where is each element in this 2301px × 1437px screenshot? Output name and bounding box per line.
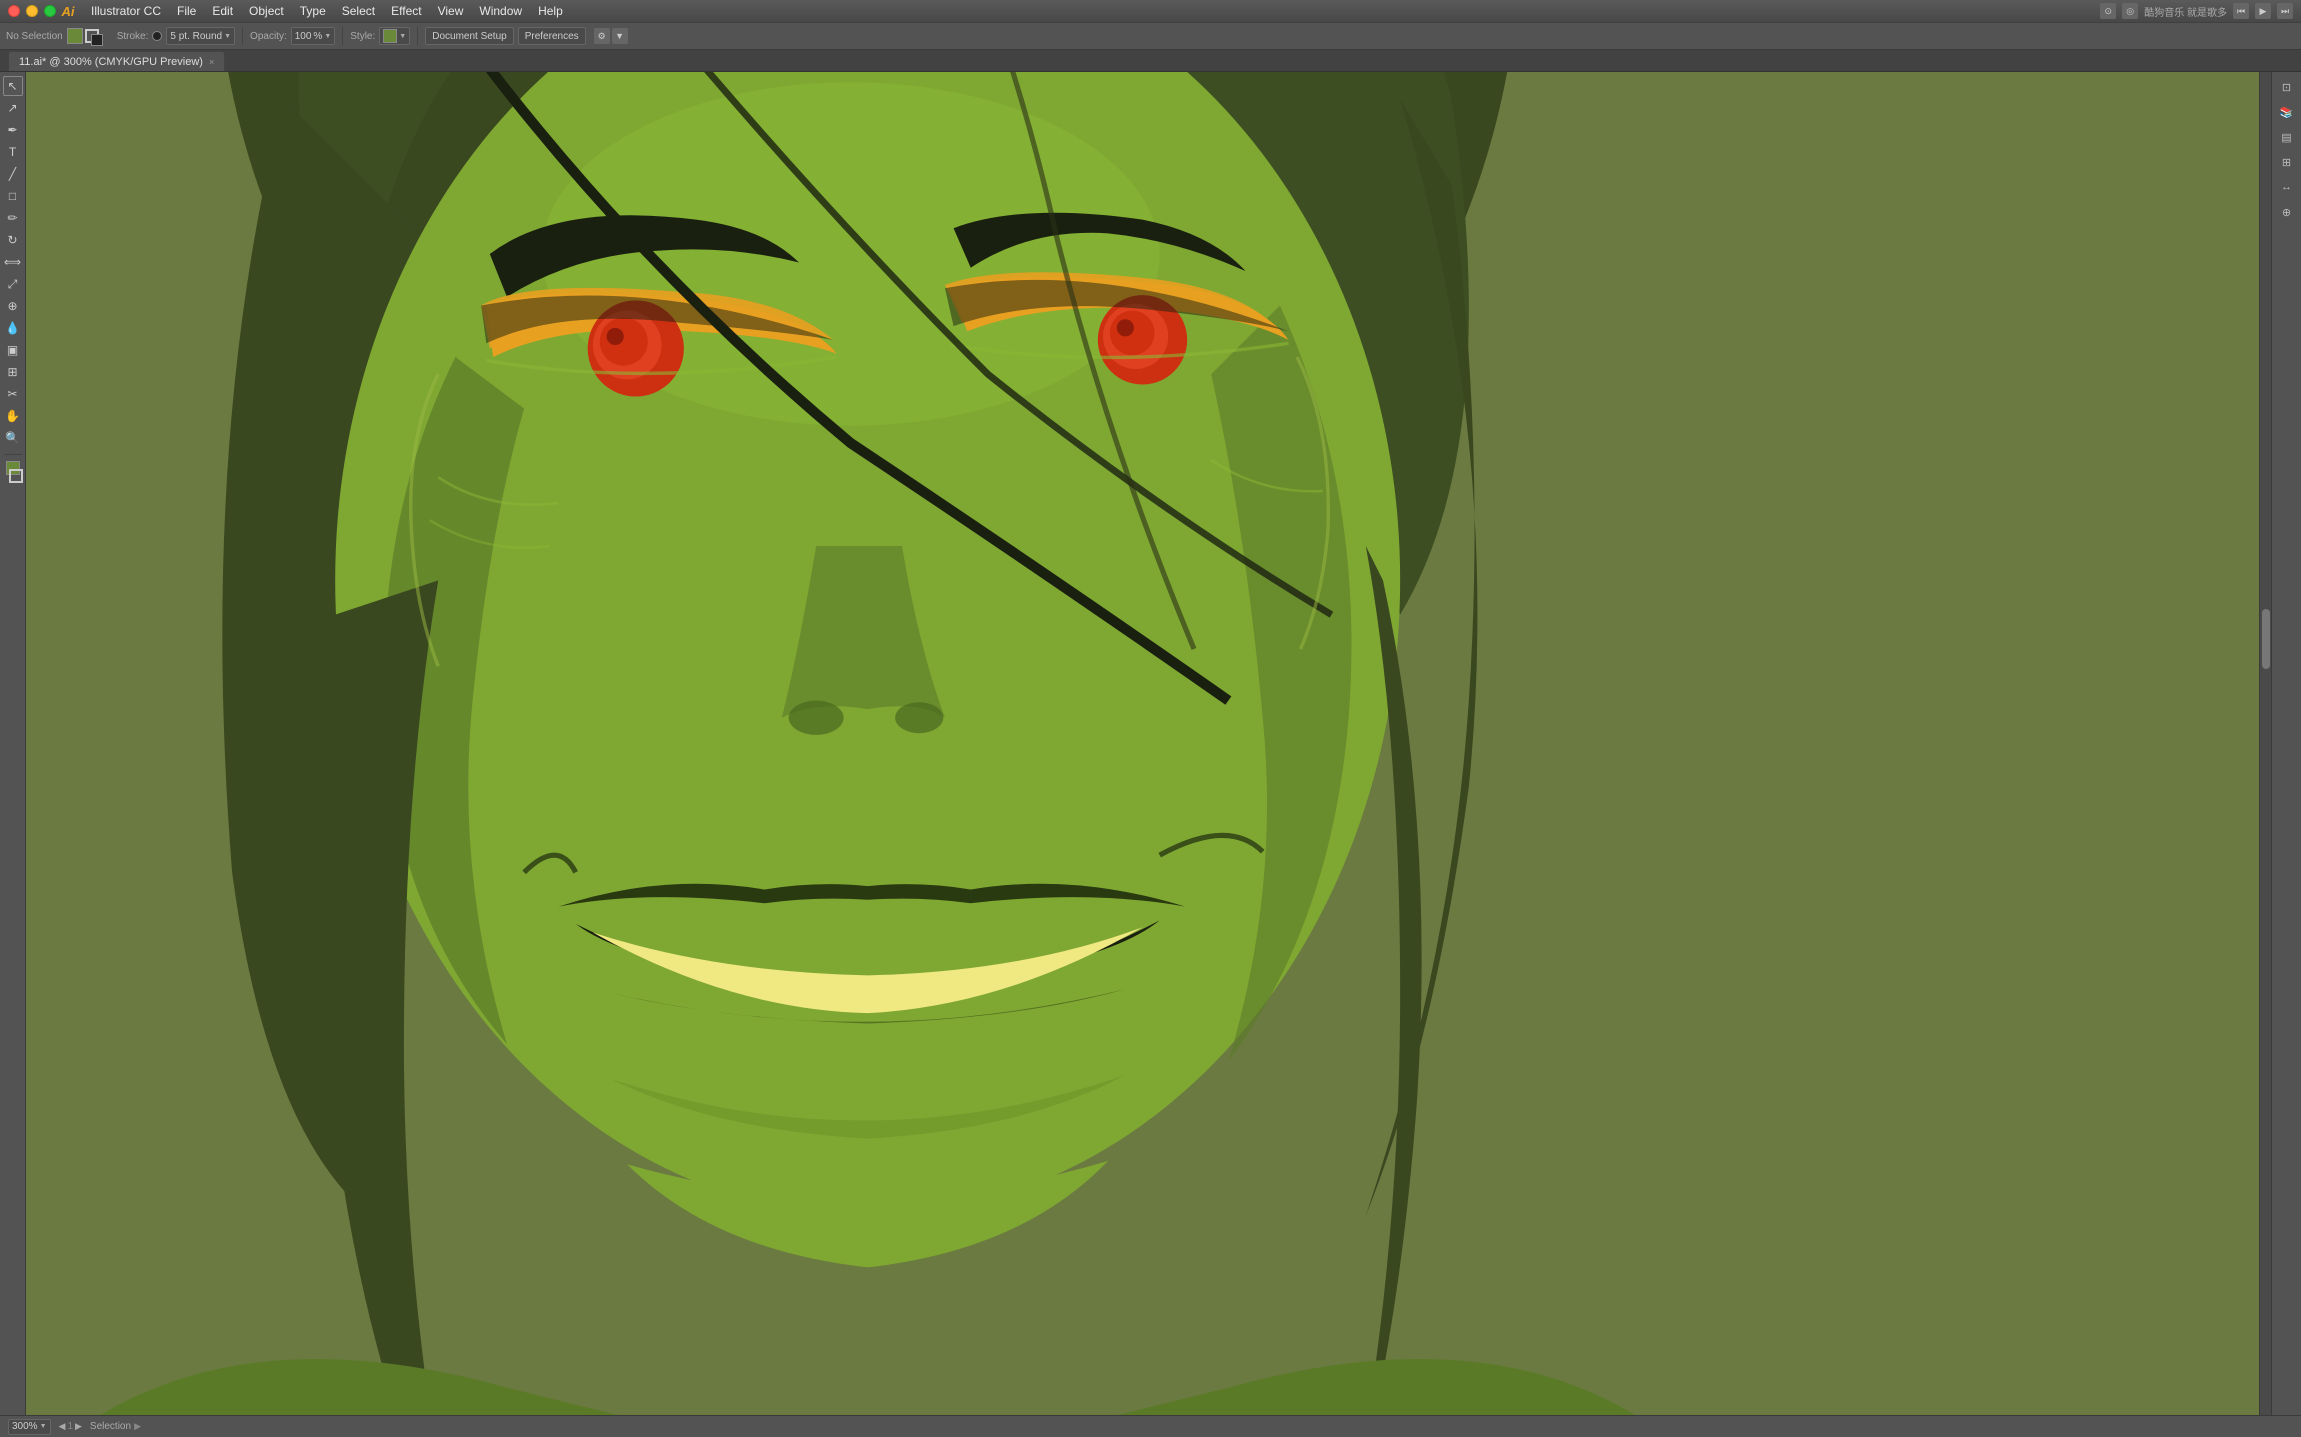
right-panel: ⊡ 📚 ▤ ⊞ ↔ ⊕	[2271, 72, 2301, 1415]
document-tab[interactable]: 11.ai* @ 300% (CMYK/GPU Preview) ×	[8, 51, 225, 71]
tool-line[interactable]: ╱	[3, 164, 23, 184]
none-swatch	[91, 34, 103, 46]
left-toolbox: ↖ ↗ ✒ T ╱ □ ✏ ↻ ⟺ ⤢ ⊕ 💧 ▣ ⊞ ✂ ✋ 🔍	[0, 72, 26, 1415]
menu-effect[interactable]: Effect	[384, 3, 428, 19]
tool-selection[interactable]: ↖	[3, 76, 23, 96]
app-icon: Ai	[60, 3, 76, 19]
style-dropdown-arrow: ▼	[399, 33, 406, 40]
opacity-value: 100	[295, 31, 312, 42]
toolbar-icon-2[interactable]: ▼	[612, 28, 628, 44]
tool-rect[interactable]: □	[3, 186, 23, 206]
tool-pen[interactable]: ✒	[3, 120, 23, 140]
tab-title: 11.ai* @ 300% (CMYK/GPU Preview)	[19, 56, 203, 68]
toolbar: No Selection Stroke: 5 pt. Round ▼ Opaci…	[0, 22, 2301, 50]
status-bar: 300% ▼ ◀ 1 ▶ Selection ▶	[0, 1415, 2301, 1437]
next-arrow[interactable]: ▶	[75, 1421, 82, 1432]
style-label: Style:	[350, 31, 375, 42]
title-bar-icon-1[interactable]: ⊙	[2100, 3, 2116, 19]
sys-icon-1[interactable]: ⏮	[2233, 3, 2249, 19]
menu-help[interactable]: Help	[531, 3, 570, 19]
opacity-dropdown[interactable]: 100 % ▼	[291, 27, 336, 45]
opacity-percent: %	[313, 31, 322, 42]
zoom-value: 300%	[12, 1421, 38, 1432]
sys-icon-2[interactable]: ▶	[2255, 3, 2271, 19]
tool-hand[interactable]: ✋	[3, 406, 23, 426]
tool-blend[interactable]: ⊕	[3, 296, 23, 316]
system-time: 酷狗音乐 就是歌多	[2144, 4, 2227, 19]
opacity-label: Opacity:	[250, 31, 287, 42]
toolbox-divider	[4, 454, 22, 455]
menu-object[interactable]: Object	[242, 3, 291, 19]
separator-1	[242, 27, 243, 45]
panel-icon-1[interactable]: ⊡	[2276, 76, 2298, 98]
tool-gradient[interactable]: ▣	[3, 340, 23, 360]
main-layout: ↖ ↗ ✒ T ╱ □ ✏ ↻ ⟺ ⤢ ⊕ 💧 ▣ ⊞ ✂ ✋ 🔍	[0, 72, 2301, 1415]
menu-select[interactable]: Select	[335, 3, 382, 19]
tool-brush[interactable]: ✏	[3, 208, 23, 228]
toolbar-extra-icons: ⚙ ▼	[594, 28, 628, 44]
stroke-dropdown-arrow: ▼	[224, 33, 231, 40]
illustration-svg	[26, 72, 2259, 1415]
fill-stroke-group	[67, 28, 113, 44]
zoom-arrow: ▼	[40, 1423, 47, 1430]
tool-zoom[interactable]: 🔍	[3, 428, 23, 448]
sys-icon-3[interactable]: ⏭	[2277, 3, 2293, 19]
style-preview	[383, 29, 397, 43]
title-bar-icon-2[interactable]: ◎	[2122, 3, 2138, 19]
stroke-circle-indicator	[152, 31, 162, 41]
tab-close-button[interactable]: ×	[209, 57, 214, 67]
no-selection-label: No Selection	[6, 31, 63, 42]
tool-rotate[interactable]: ↻	[3, 230, 23, 250]
style-dropdown[interactable]: ▼	[379, 27, 410, 45]
document-setup-button[interactable]: Document Setup	[425, 27, 514, 45]
vertical-scrollbar[interactable]	[2259, 72, 2271, 1415]
menu-edit[interactable]: Edit	[205, 3, 240, 19]
menu-bar: Illustrator CC File Edit Object Type Sel…	[84, 3, 570, 19]
tool-arrow[interactable]: ▶	[134, 1421, 141, 1432]
tool-mirror[interactable]: ⟺	[3, 252, 23, 272]
canvas-area[interactable]	[26, 72, 2259, 1415]
panel-icon-6[interactable]: ⊕	[2276, 201, 2298, 223]
menu-file[interactable]: File	[170, 3, 203, 19]
stroke-value: 5 pt. Round	[170, 31, 222, 42]
title-bar-right: ⊙ ◎ 酷狗音乐 就是歌多 ⏮ ▶ ⏭	[2100, 3, 2293, 19]
tool-direct-selection[interactable]: ↗	[3, 98, 23, 118]
panel-icon-3[interactable]: ▤	[2276, 126, 2298, 148]
tool-status: Selection ▶	[90, 1421, 141, 1432]
tool-type[interactable]: T	[3, 142, 23, 162]
prev-arrow[interactable]: ◀	[59, 1421, 66, 1432]
tool-mesh[interactable]: ⊞	[3, 362, 23, 382]
illustration-container	[26, 72, 2259, 1415]
opacity-dropdown-arrow: ▼	[324, 33, 331, 40]
maximize-button[interactable]	[44, 5, 56, 17]
separator-3	[417, 27, 418, 45]
tool-scissors[interactable]: ✂	[3, 384, 23, 404]
tool-scale[interactable]: ⤢	[3, 274, 23, 294]
menu-window[interactable]: Window	[472, 3, 529, 19]
menu-illustrator[interactable]: Illustrator CC	[84, 3, 168, 19]
nav-arrows: ◀ 1 ▶	[59, 1421, 82, 1432]
separator-2	[342, 27, 343, 45]
menu-view[interactable]: View	[431, 3, 471, 19]
scrollbar-thumb[interactable]	[2262, 609, 2270, 669]
minimize-button[interactable]	[26, 5, 38, 17]
traffic-lights	[8, 5, 56, 17]
tool-name: Selection	[90, 1421, 131, 1432]
fill-swatch[interactable]	[67, 28, 83, 44]
menu-type[interactable]: Type	[293, 3, 333, 19]
title-bar: Ai Illustrator CC File Edit Object Type …	[0, 0, 2301, 22]
tab-bar: 11.ai* @ 300% (CMYK/GPU Preview) ×	[0, 50, 2301, 72]
zoom-dropdown[interactable]: 300% ▼	[8, 1419, 51, 1435]
panel-icon-5[interactable]: ↔	[2276, 176, 2298, 198]
close-button[interactable]	[8, 5, 20, 17]
page-number: 1	[67, 1421, 73, 1432]
tool-eyedrop[interactable]: 💧	[3, 318, 23, 338]
stroke-label: Stroke:	[117, 31, 149, 42]
stroke-color-box[interactable]	[9, 469, 23, 483]
panel-icon-2[interactable]: 📚	[2276, 101, 2298, 123]
panel-icon-4[interactable]: ⊞	[2276, 151, 2298, 173]
stroke-dropdown[interactable]: 5 pt. Round ▼	[166, 27, 235, 45]
toolbar-icon-1[interactable]: ⚙	[594, 28, 610, 44]
preferences-button[interactable]: Preferences	[518, 27, 586, 45]
